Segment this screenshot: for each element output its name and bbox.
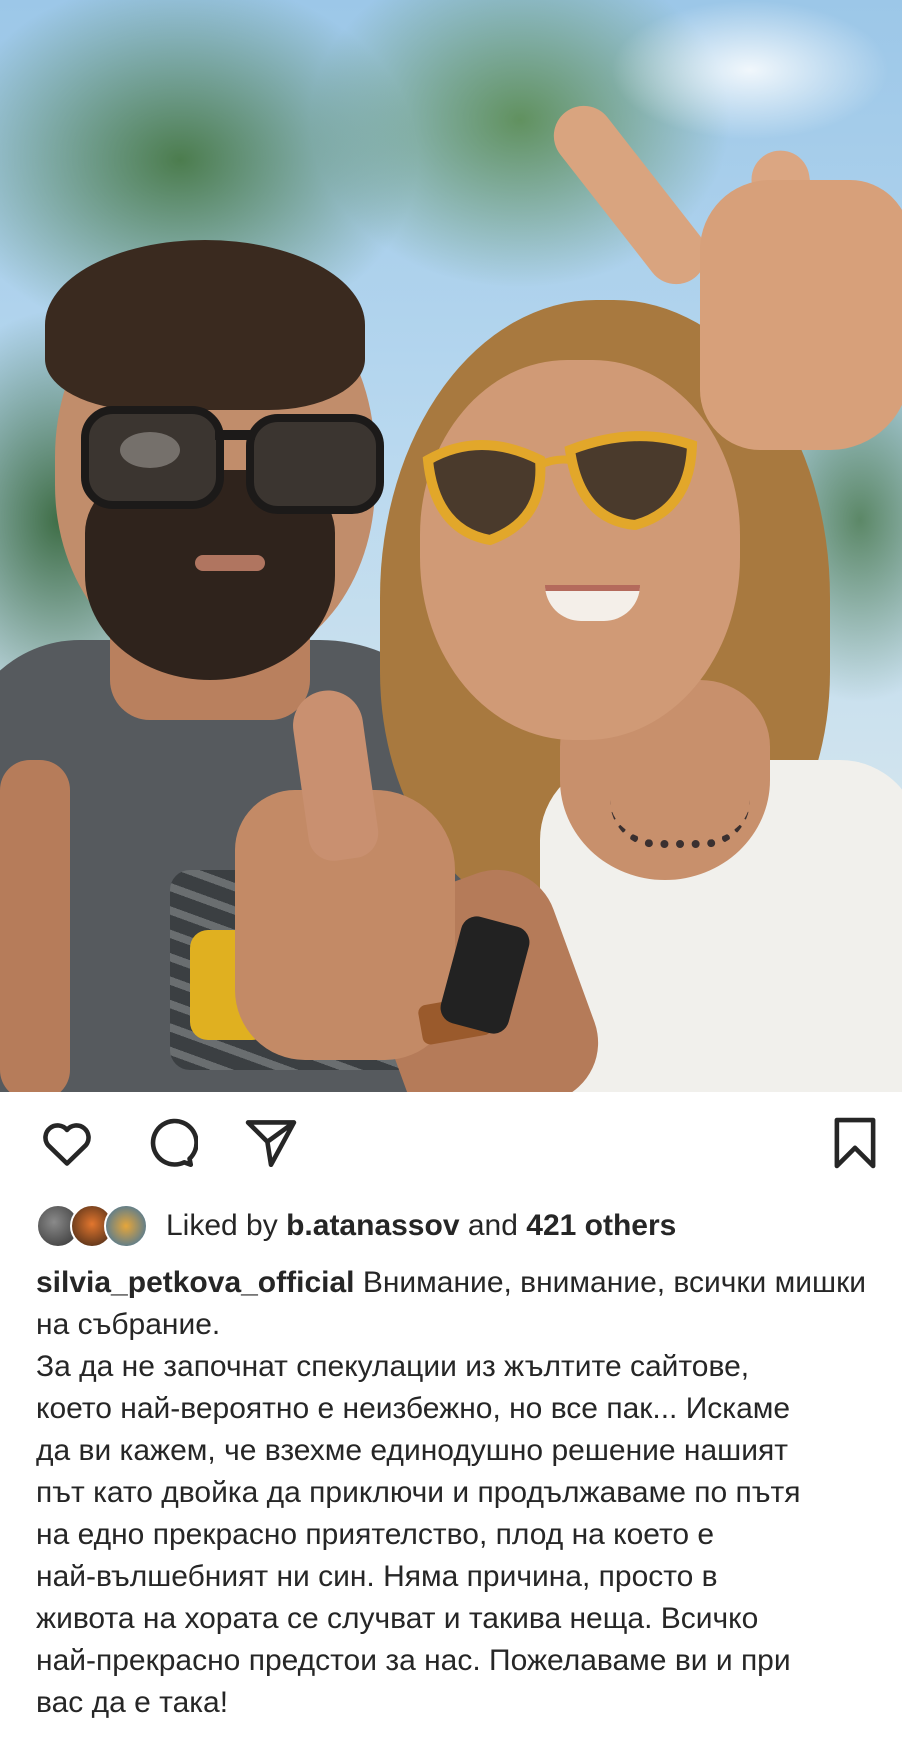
caption-line: най-прекрасно предстои за нас. Пожелавам…	[36, 1644, 791, 1677]
comment-button[interactable]	[140, 1114, 199, 1172]
sunlight	[610, 0, 890, 140]
bookmark-icon	[834, 1117, 876, 1169]
caption-line: на едно прекрасно приятелство, плод на к…	[36, 1518, 715, 1551]
man-mouth	[195, 555, 265, 571]
post-caption: silvia_petkova_official Внимание, вниман…	[36, 1262, 876, 1724]
woman-sunglasses	[422, 431, 698, 546]
peace-sign-hand	[700, 180, 902, 450]
caption-line: път като двойка да приключи и продължава…	[36, 1476, 801, 1509]
likes-middle: and	[467, 1209, 518, 1242]
man-hair	[45, 240, 365, 410]
like-button[interactable]	[38, 1114, 96, 1172]
likes-others-count[interactable]: 421 others	[526, 1209, 676, 1242]
save-button[interactable]	[826, 1114, 884, 1172]
share-button[interactable]	[242, 1114, 300, 1172]
post-action-bar	[0, 1092, 902, 1192]
caption-first-paragraph: silvia_petkova_official Внимание, вниман…	[36, 1262, 876, 1346]
caption-line: да ви кажем, че взехме единодушно решени…	[36, 1434, 788, 1467]
avatar	[104, 1204, 148, 1248]
heart-icon	[43, 1123, 91, 1166]
man-arm	[0, 760, 70, 1092]
caption-line: живота на хората се случват и такива нещ…	[36, 1602, 759, 1635]
caption-username[interactable]: silvia_petkova_official	[36, 1266, 355, 1299]
likes-text: Liked by b.atanassov and 421 others	[166, 1206, 676, 1246]
caption-line: вас да е така!	[36, 1686, 229, 1719]
send-icon	[245, 1120, 297, 1168]
caption-line: За да не започнат спекулации из жълтите …	[36, 1350, 750, 1383]
likes-prefix: Liked by	[166, 1209, 278, 1242]
man-sunglasses	[81, 406, 384, 514]
comment-icon	[150, 1118, 199, 1168]
liker-username[interactable]: b.atanassov	[286, 1209, 459, 1242]
liker-avatars	[36, 1204, 152, 1248]
caption-line: най-вълшебният ни син. Няма причина, про…	[36, 1560, 718, 1593]
likes-summary[interactable]: Liked by b.atanassov and 421 others	[36, 1200, 876, 1252]
post-photo[interactable]	[0, 0, 902, 1092]
caption-line: което най-вероятно е неизбежно, но все п…	[36, 1392, 791, 1425]
